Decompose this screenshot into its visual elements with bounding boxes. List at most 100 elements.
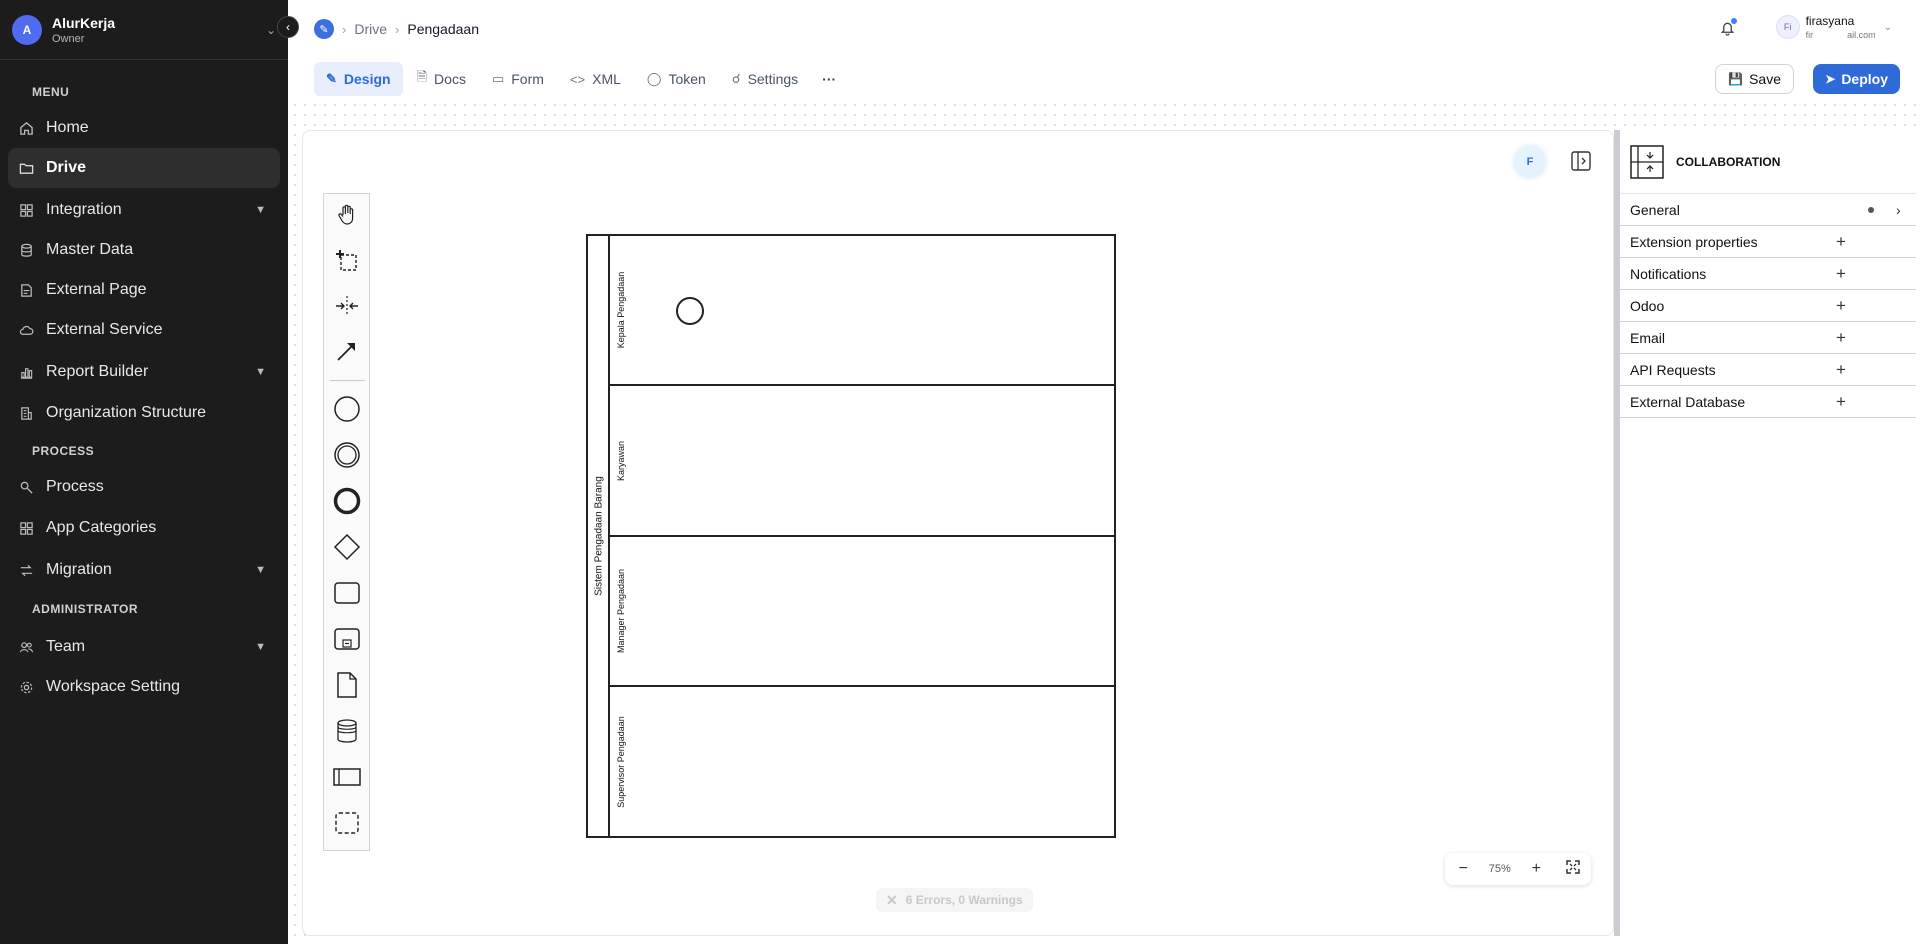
sidebar-item-organization-structure[interactable]: Organization Structure	[8, 393, 280, 433]
toggle-properties-panel-button[interactable]	[1570, 150, 1592, 172]
chevron-right-icon: ›	[1896, 201, 1901, 218]
connect-tool-icon[interactable]	[332, 336, 362, 366]
chevron-down-icon: ⌄	[265, 22, 276, 37]
fullscreen-icon[interactable]	[1562, 859, 1584, 879]
sidebar-item-app-categories[interactable]: App Categories	[8, 508, 280, 548]
prop-group-label: External Database	[1630, 393, 1746, 410]
tab-xml[interactable]: <> XML	[558, 62, 633, 96]
sidebar-item-drive[interactable]: Drive	[8, 148, 280, 188]
prop-group-label: General	[1630, 201, 1680, 218]
sidebar-item-external-page[interactable]: External Page	[8, 270, 280, 310]
start-event-icon[interactable]	[332, 394, 362, 424]
folder-icon	[18, 160, 34, 176]
subprocess-icon[interactable]	[332, 624, 362, 654]
plus-icon[interactable]: +	[1836, 360, 1846, 380]
sidebar-item-label: Master Data	[46, 241, 134, 258]
notification-button[interactable]	[1720, 18, 1737, 40]
lane[interactable]: Karyawan	[610, 386, 1116, 537]
code-icon: <>	[569, 71, 586, 87]
space-tool-icon[interactable]	[332, 291, 362, 321]
sidebar-item-master-data[interactable]: Master Data	[8, 230, 280, 270]
sidebar-item-integration[interactable]: Integration ▼	[8, 190, 280, 230]
end-event-icon[interactable]	[332, 486, 362, 516]
user-menu[interactable]: Fi firasyana fir ail.com ⌄	[1775, 14, 1892, 40]
migration-icon	[18, 562, 34, 578]
sidebar: A AlurKerja Owner ⌄ MENU Home Drive Inte…	[0, 0, 288, 944]
intermediate-event-icon[interactable]	[332, 440, 362, 470]
sidebar-item-external-service[interactable]: External Service	[8, 310, 280, 350]
plus-icon[interactable]: +	[1836, 392, 1846, 412]
prop-group-label: Odoo	[1630, 297, 1665, 314]
deploy-label: Deploy	[1841, 71, 1888, 87]
prop-group-odoo[interactable]: Odoo +	[1620, 290, 1916, 322]
zoom-out-button[interactable]: −	[1452, 860, 1474, 878]
chevron-right-icon: ›	[342, 21, 347, 37]
group-icon[interactable]	[332, 808, 362, 838]
plus-icon[interactable]: +	[1836, 264, 1846, 284]
save-button[interactable]: 💾 Save	[1715, 64, 1794, 94]
prop-group-extension-properties[interactable]: Extension properties +	[1620, 226, 1916, 258]
zoom-controls: − 75% +	[1445, 853, 1591, 885]
notification-dot	[1731, 18, 1737, 24]
rocket-icon: ➤	[1825, 72, 1836, 86]
sidebar-item-label: Team	[46, 638, 86, 655]
user-email: fir ail.com	[1805, 30, 1876, 40]
plus-icon[interactable]: +	[1836, 232, 1846, 252]
start-event[interactable]	[676, 297, 704, 325]
breadcrumb-drive[interactable]: Drive	[354, 21, 387, 37]
save-label: Save	[1749, 71, 1781, 87]
plus-icon[interactable]: +	[1836, 328, 1846, 348]
zoom-level: 75%	[1488, 863, 1511, 875]
tab-label: Token	[668, 71, 706, 87]
doc-icon: 🗎	[416, 69, 428, 84]
data-object-icon[interactable]	[332, 670, 362, 700]
prop-group-notifications[interactable]: Notifications +	[1620, 258, 1916, 290]
task-icon[interactable]	[332, 578, 362, 608]
gateway-icon[interactable]	[332, 532, 362, 562]
properties-title: COLLABORATION	[1676, 154, 1781, 169]
sidebar-item-workspace-setting[interactable]: Workspace Setting	[8, 667, 280, 707]
more-tabs-button[interactable]: ···	[812, 62, 846, 96]
team-icon	[18, 639, 34, 655]
tab-token[interactable]: ◯ Token	[635, 62, 718, 96]
sidebar-item-label: External Page	[46, 281, 147, 298]
prop-group-external-database[interactable]: External Database +	[1620, 386, 1916, 418]
avatar: Fi	[1775, 15, 1800, 39]
chevron-down-icon: ▼	[255, 366, 266, 378]
bpmn-pool[interactable]: Sistem Pengadaan Barang Kepala Pengadaan…	[586, 234, 1116, 838]
tab-docs[interactable]: 🗎 Docs	[405, 62, 478, 96]
prop-group-email[interactable]: Email +	[1620, 322, 1916, 354]
properties-panel: COLLABORATION General › Extension propert…	[1614, 130, 1916, 936]
workspace-name: AlurKerja	[52, 14, 116, 31]
tab-label: XML	[592, 71, 621, 87]
tab-settings[interactable]: ☌ Settings	[720, 62, 810, 96]
plus-icon[interactable]: +	[1836, 296, 1846, 316]
deploy-button[interactable]: ➤ Deploy	[1813, 64, 1900, 94]
lasso-tool-icon[interactable]	[332, 246, 362, 276]
validation-status[interactable]: ✕ 6 Errors, 0 Warnings	[876, 888, 1033, 912]
prop-group-label: Email	[1630, 329, 1666, 346]
prop-group-api-requests[interactable]: API Requests +	[1620, 354, 1916, 386]
sidebar-item-process[interactable]: Process	[8, 467, 280, 507]
tab-design[interactable]: ✎ Design	[314, 62, 403, 96]
sidebar-item-home[interactable]: Home	[8, 108, 280, 148]
sidebar-item-label: Report Builder	[46, 363, 149, 380]
tab-form[interactable]: ▭ Form	[480, 62, 556, 96]
section-process: PROCESS	[32, 444, 95, 458]
sidebar-item-team[interactable]: Team ▼	[8, 627, 280, 667]
sidebar-item-migration[interactable]: Migration ▼	[8, 550, 280, 590]
lane[interactable]: Manager Pengadaan	[610, 537, 1116, 687]
lane[interactable]: Supervisor Pengadaan	[610, 687, 1116, 836]
collapse-sidebar-button[interactable]: ‹	[277, 16, 299, 38]
zoom-in-button[interactable]: +	[1525, 860, 1547, 878]
token-icon: ◯	[646, 71, 662, 86]
hand-tool-icon[interactable]	[332, 200, 362, 230]
workspace-switcher[interactable]: A AlurKerja Owner ⌄	[0, 0, 288, 60]
sidebar-item-report-builder[interactable]: Report Builder ▼	[8, 352, 280, 392]
section-administrator: ADMINISTRATOR	[32, 602, 139, 616]
data-store-icon[interactable]	[332, 716, 362, 746]
prop-group-general[interactable]: General ›	[1620, 194, 1916, 226]
sidebar-item-label: Home	[46, 119, 89, 136]
pool-icon[interactable]	[332, 762, 362, 792]
sidebar-item-label: App Categories	[46, 519, 157, 536]
